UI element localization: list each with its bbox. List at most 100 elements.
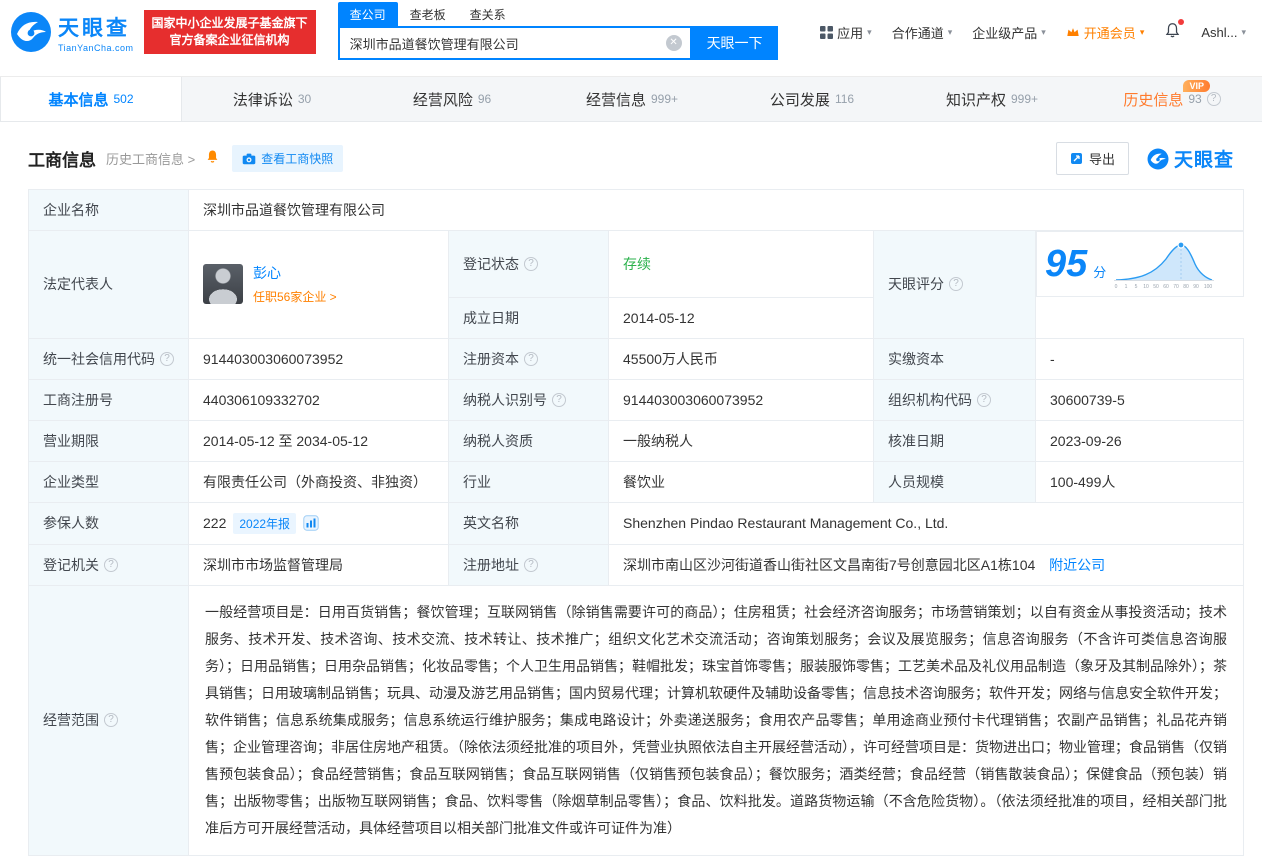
export-button[interactable]: 导出 [1055, 142, 1129, 175]
field-label-staff-size: 人员规模 [873, 460, 1036, 503]
annual-report-link[interactable]: 2022年报 [233, 512, 297, 534]
field-label-org-code: 组织机构代码 [873, 378, 1036, 421]
monitor-bell-icon[interactable] [205, 149, 220, 169]
field-label-text: 登记状态 [463, 255, 519, 272]
legal-rep-name-link[interactable]: 彭心 [253, 263, 337, 283]
table-row: 工商注册号 440306109332702 纳税人识别号 91440300306… [28, 378, 1244, 421]
clear-search-icon[interactable]: ✕ [665, 35, 682, 51]
field-label-reg-address: 注册地址 [448, 543, 609, 586]
score-axis-tick: 1 [1125, 284, 1128, 290]
history-registration-link[interactable]: 历史工商信息 > [106, 149, 195, 168]
nearby-companies-link[interactable]: 附近公司 [1049, 557, 1105, 573]
field-label-legal-rep: 法定代表人 [28, 230, 189, 339]
field-value-company-type: 有限责任公司（外商投资、非独资） [188, 460, 449, 503]
field-label-reg-authority: 登记机关 [28, 543, 189, 586]
search-input[interactable] [339, 28, 690, 58]
field-label-taxpayer-id: 纳税人识别号 [448, 378, 609, 421]
score-axis-tick: 10 [1144, 284, 1150, 290]
tab-basic-info[interactable]: 基本信息 502 [0, 77, 182, 121]
legal-rep-avatar[interactable] [203, 264, 243, 305]
tab-legal-proceedings[interactable]: 法律诉讼 30 [182, 77, 362, 121]
tab-label: 知识产权 [945, 91, 1006, 109]
field-value-staff-size: 100-499人 [1035, 460, 1244, 503]
search-tab-boss[interactable]: 查老板 [398, 2, 458, 26]
table-row: 登记机关 深圳市市场监督管理局 注册地址 深圳市南山区沙河街道香山街社区文昌南街… [28, 543, 1244, 586]
table-row: 参保人数 222 2022年报 英文名称 Shenzhen Pindao Res… [28, 501, 1244, 545]
score-axis-tick: 60 [1164, 284, 1170, 290]
help-icon[interactable] [977, 392, 991, 407]
field-label-text: 经营范围 [43, 712, 99, 728]
chevron-down-icon: ▾ [947, 26, 953, 37]
field-label-approval-date: 核准日期 [873, 419, 1036, 462]
tab-history-info[interactable]: VIP 历史信息 93 [1082, 77, 1262, 121]
field-label-company-type: 企业类型 [28, 460, 189, 503]
score-axis-tick: 80 [1184, 284, 1190, 290]
nav-enterprise[interactable]: 企业级产品 ▾ [972, 23, 1046, 42]
field-label-text: 注册地址 [463, 556, 519, 573]
search-tab-relation[interactable]: 查关系 [458, 2, 518, 26]
search-area: 查公司 查老板 查关系 ✕ 天眼一下 [337, 2, 778, 60]
field-label-english-name: 英文名称 [448, 501, 609, 545]
table-row: 统一社会信用代码 914403003060073952 注册资本 45500万人… [28, 337, 1244, 380]
nav-vip[interactable]: 开通会员 ▾ [1066, 23, 1144, 42]
field-value-credit-code: 914403003060073952 [188, 337, 449, 380]
field-value-reg-capital: 45500万人民币 [608, 337, 874, 380]
help-icon[interactable] [104, 713, 118, 727]
search-button[interactable]: 天眼一下 [691, 26, 778, 60]
chevron-down-icon: ▾ [1041, 26, 1046, 37]
field-value-reg-number: 440306109332702 [188, 378, 449, 421]
tab-intellectual-property[interactable]: 知识产权 999+ [902, 77, 1082, 121]
tab-business-info[interactable]: 经营信息 999+ [542, 77, 722, 121]
help-icon[interactable] [949, 277, 963, 292]
tab-count: 502 [113, 92, 134, 106]
tab-operating-risk[interactable]: 经营风险 96 [362, 77, 542, 121]
nav-cooperation[interactable]: 合作通道 ▾ [892, 23, 953, 42]
help-icon[interactable] [524, 351, 538, 366]
notification-dot [1178, 19, 1185, 25]
field-label-est-date: 成立日期 [448, 296, 609, 339]
field-label-credit-code: 统一社会信用代码 [28, 337, 189, 380]
snapshot-button-label: 查看工商快照 [261, 152, 334, 166]
help-icon[interactable] [104, 557, 118, 572]
help-icon[interactable] [552, 392, 566, 407]
field-value-reg-authority: 深圳市市场监督管理局 [188, 543, 449, 586]
logo-name: 天眼查 [58, 16, 130, 40]
nav-user-menu[interactable]: Ashl... ▾ [1201, 25, 1246, 40]
tab-company-development[interactable]: 公司发展 116 [722, 77, 902, 121]
business-registration-table: 企业名称 深圳市品道餐饮管理有限公司 法定代表人 彭心 任职56家企业 > 登记… [28, 189, 1244, 856]
legal-rep-companies-link[interactable]: 任职56家企业 > [253, 290, 337, 304]
help-icon[interactable] [160, 351, 174, 366]
field-value-business-scope: 一般经营项目是：日用百货销售；餐饮管理；互联网销售（除销售需要许可的商品）；住房… [188, 584, 1244, 856]
notifications-bell[interactable] [1164, 19, 1185, 42]
help-icon[interactable] [524, 557, 538, 572]
business-snapshot-button[interactable]: 查看工商快照 [232, 145, 344, 172]
export-button-label: 导出 [1088, 152, 1115, 167]
trend-chart-icon[interactable] [303, 515, 319, 531]
field-label-score: 天眼评分 [873, 230, 1036, 339]
tianyancha-watermark: 天眼查 [1147, 145, 1234, 172]
chevron-down-icon: ▾ [1241, 26, 1246, 37]
field-value-company-name: 深圳市品道餐饮管理有限公司 [188, 189, 1244, 231]
nav-cooperation-label: 合作通道 [891, 25, 944, 41]
field-value-reg-address: 深圳市南山区沙河街道香山街社区文昌南街7号创意园北区A1栋104 附近公司 [608, 543, 1244, 586]
field-value-english-name: Shenzhen Pindao Restaurant Management Co… [608, 501, 1244, 545]
field-label-insured: 参保人数 [28, 501, 189, 545]
nav-apps[interactable]: 应用 ▾ [820, 23, 872, 42]
table-row: 营业期限 2014-05-12 至 2034-05-12 纳税人资质 一般纳税人… [28, 419, 1244, 462]
tab-count: 30 [297, 92, 312, 106]
table-row: 企业类型 有限责任公司（外商投资、非独资） 行业 餐饮业 人员规模 100-49… [28, 460, 1244, 503]
score-axis-tick: 70 [1174, 284, 1180, 290]
field-value-org-code: 30600739-5 [1035, 378, 1244, 421]
field-label-business-scope: 经营范围 [28, 584, 189, 856]
score-axis-tick: 50 [1154, 284, 1160, 290]
help-icon[interactable] [524, 256, 538, 271]
tianyancha-logo[interactable]: 天眼查 TianYanCha.com [10, 11, 134, 53]
watermark-label: 天眼查 [1173, 150, 1234, 171]
field-value-legal-rep: 彭心 任职56家企业 > [188, 230, 449, 339]
search-tab-company[interactable]: 查公司 [337, 2, 398, 26]
tab-label: 历史信息 [1123, 91, 1184, 109]
help-icon[interactable] [1206, 92, 1221, 106]
field-label-text: 登记机关 [43, 556, 99, 573]
tab-label: 法律诉讼 [232, 91, 293, 109]
company-section-tabs: 基本信息 502 法律诉讼 30 经营风险 96 经营信息 999+ 公司发展 … [0, 76, 1262, 122]
